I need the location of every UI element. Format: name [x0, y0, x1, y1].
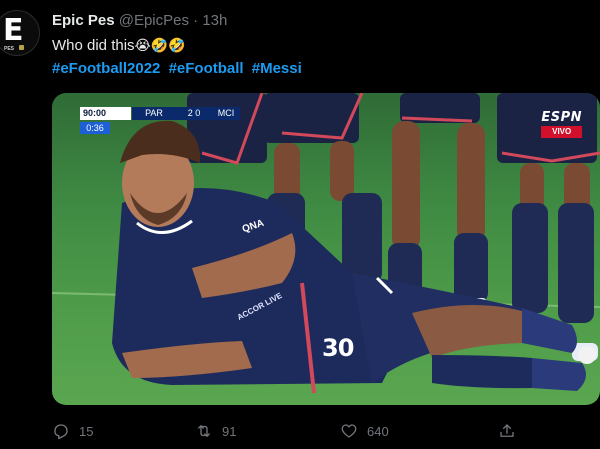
- hashtag-link[interactable]: #eFootball: [169, 60, 244, 77]
- scoreboard-clock: 90:00: [80, 107, 131, 120]
- retweet-count: 91: [222, 423, 237, 439]
- avatar-logo-sub: PES: [4, 46, 15, 52]
- scoreboard-away-team: MCI: [212, 107, 240, 120]
- share-button[interactable]: [498, 420, 516, 442]
- tweet-text-body: Who did this: [52, 37, 135, 54]
- like-count: 640: [367, 423, 389, 439]
- share-icon: [500, 424, 514, 437]
- like-icon: [341, 424, 357, 438]
- jersey-number: 30: [322, 334, 354, 362]
- reply-count: 15: [79, 423, 94, 439]
- avatar-logo-letter: E: [3, 13, 24, 48]
- hashtag-link[interactable]: #eFootball2022: [52, 60, 160, 77]
- avatar[interactable]: E PES: [0, 10, 40, 56]
- separator-dot: ·: [193, 12, 199, 29]
- live-tag: VIVO: [541, 126, 582, 138]
- display-name[interactable]: Epic Pes: [52, 12, 115, 29]
- tweet-emojis: 😭🤣🤣: [134, 38, 186, 54]
- tweet-text: Who did this😭🤣🤣: [52, 37, 186, 54]
- hashtag-link[interactable]: #Messi: [252, 60, 302, 77]
- reply-button[interactable]: 15: [52, 420, 93, 442]
- tweet-media-photo[interactable]: 90:00 PAR 2 0 MCI 0:36 ESPN VIVO QNA ACC…: [52, 93, 600, 405]
- tweet-header: Epic Pes @EpicPes · 13h: [52, 12, 227, 29]
- retweet-button[interactable]: 91: [195, 420, 236, 442]
- espn-logo: ESPN: [541, 110, 582, 125]
- reply-icon: [54, 424, 68, 440]
- scoreboard-score: 2 0: [176, 107, 212, 120]
- scoreboard-extra-time: 0:36: [80, 122, 110, 134]
- timestamp[interactable]: 13h: [202, 12, 227, 29]
- scoreboard-home-team: PAR: [132, 107, 176, 120]
- handle[interactable]: @EpicPes: [119, 12, 189, 29]
- like-button[interactable]: 640: [340, 420, 389, 442]
- hashtag-list: #eFootball2022 #eFootball #Messi: [52, 60, 306, 77]
- tweet-actions: 15 91 640: [52, 420, 572, 442]
- avatar-logo-mark: [19, 45, 24, 50]
- tweet[interactable]: E PES Epic Pes @EpicPes · 13h Who did th…: [0, 0, 600, 449]
- broadcaster-badge: ESPN VIVO: [541, 111, 582, 138]
- retweet-icon: [198, 425, 210, 437]
